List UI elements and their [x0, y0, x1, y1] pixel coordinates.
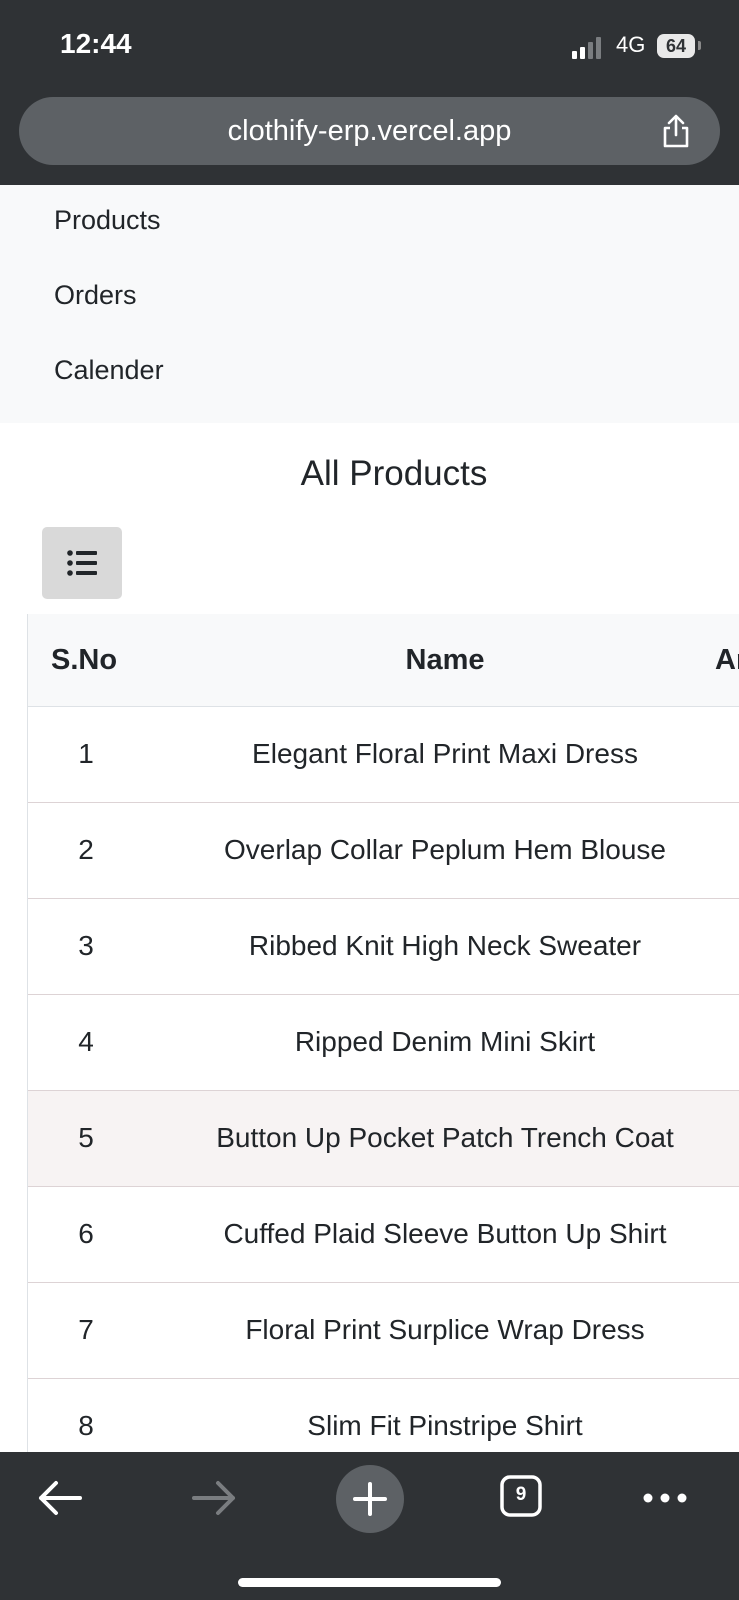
table-row[interactable]: 5 Button Up Pocket Patch Trench Coat ₹	[28, 1091, 739, 1187]
tab-count: 9	[515, 1484, 527, 1505]
cell-name: Floral Print Surplice Wrap Dress	[245, 1314, 645, 1345]
cell-name: Button Up Pocket Patch Trench Coat	[216, 1122, 674, 1153]
cell-name: Cuffed Plaid Sleeve Button Up Shirt	[223, 1218, 667, 1249]
cell-name: Elegant Floral Print Maxi Dress	[252, 738, 638, 769]
header-amount: Ar	[715, 644, 739, 676]
table-row[interactable]: 8 Slim Fit Pinstripe Shirt ₹	[28, 1379, 739, 1452]
list-icon	[67, 550, 97, 576]
url-text[interactable]: clothify-erp.vercel.app	[19, 115, 720, 148]
cell-sno: 8	[78, 1410, 94, 1441]
cell-sno: 7	[78, 1314, 94, 1345]
cell-sno: 3	[78, 930, 94, 961]
products-table: S.No Name Ar 1 Elegant Floral Print Maxi…	[27, 614, 739, 1452]
tabs-button[interactable]: 9	[500, 1475, 542, 1517]
home-indicator	[238, 1578, 501, 1587]
header-sno: S.No	[51, 644, 118, 676]
status-time: 12:44	[60, 28, 132, 59]
cell-sno: 2	[78, 834, 94, 865]
status-bar: 12:44 4G 64	[0, 0, 739, 90]
table-row[interactable]: 3 Ribbed Knit High Neck Sweater ₹	[28, 899, 739, 995]
nav-item-orders[interactable]: Orders	[54, 280, 137, 311]
header-name: Name	[405, 644, 485, 676]
cell-sno: 1	[78, 738, 94, 769]
cell-sno: 6	[78, 1218, 94, 1249]
table-row[interactable]: 6 Cuffed Plaid Sleeve Button Up Shirt ₹	[28, 1187, 739, 1283]
table-header: S.No Name Ar	[28, 614, 739, 707]
browser-bottom-toolbar: 9	[0, 1452, 739, 1600]
new-tab-plus-icon[interactable]	[335, 1464, 405, 1534]
table-row[interactable]: 4 Ripped Denim Mini Skirt ₹	[28, 995, 739, 1091]
nav-item-calender[interactable]: Calender	[54, 355, 164, 386]
network-type: 4G	[616, 32, 646, 57]
more-options-icon[interactable]	[641, 1488, 689, 1508]
table-row[interactable]: 1 Elegant Floral Print Maxi Dress ₹	[28, 707, 739, 803]
cell-sno: 5	[78, 1122, 94, 1153]
table-row[interactable]: 2 Overlap Collar Peplum Hem Blouse ₹	[28, 803, 739, 899]
signal-icon	[572, 37, 608, 59]
battery-icon: 64	[657, 34, 695, 58]
cell-name: Slim Fit Pinstripe Shirt	[307, 1410, 583, 1441]
share-icon[interactable]	[659, 113, 693, 149]
cell-name: Overlap Collar Peplum Hem Blouse	[224, 834, 666, 865]
table-row[interactable]: 7 Floral Print Surplice Wrap Dress ₹	[28, 1283, 739, 1379]
forward-arrow-icon[interactable]	[190, 1478, 238, 1518]
nav-item-products[interactable]: Products	[54, 205, 161, 236]
back-arrow-icon[interactable]	[36, 1478, 84, 1518]
page-title: All Products	[300, 454, 488, 493]
address-bar[interactable]: clothify-erp.vercel.app	[19, 97, 720, 165]
cell-name: Ripped Denim Mini Skirt	[294, 1026, 596, 1057]
cell-sno: 4	[78, 1026, 94, 1057]
cell-name: Ribbed Knit High Neck Sweater	[248, 930, 642, 961]
battery-nub	[698, 41, 701, 50]
nav-menu: Products Orders Calender	[0, 185, 739, 423]
list-view-button[interactable]	[42, 527, 122, 599]
browser-toolbar: clothify-erp.vercel.app	[0, 90, 739, 185]
